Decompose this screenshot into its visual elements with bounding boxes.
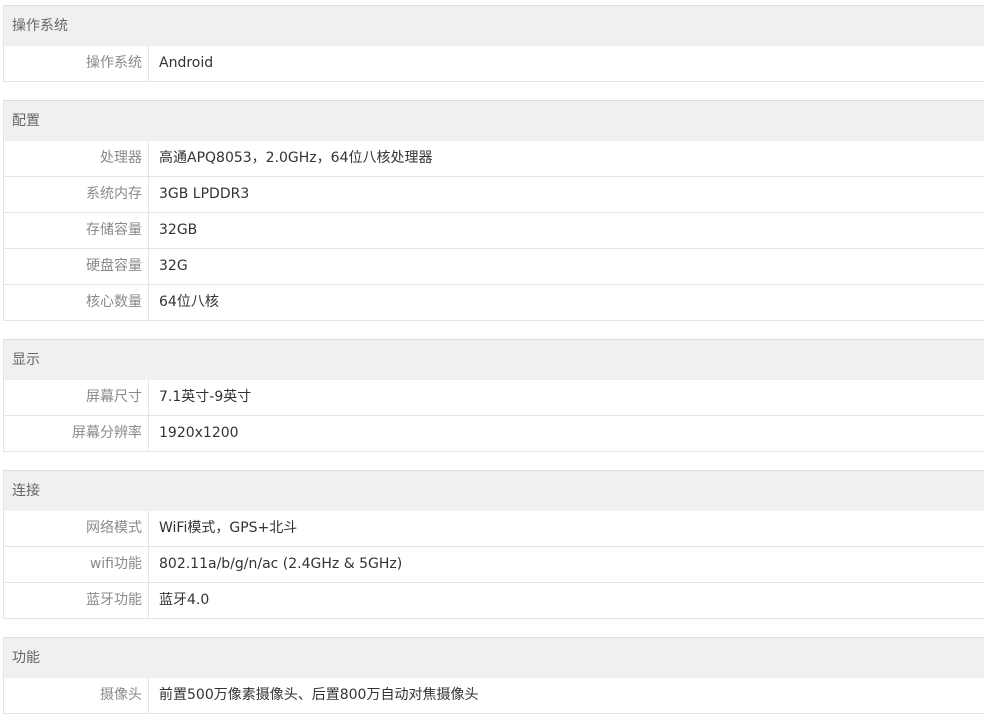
spec-label: 核心数量: [4, 285, 149, 320]
section-display: 显示 屏幕尺寸 7.1英寸-9英寸 屏幕分辨率 1920x1200: [3, 339, 984, 452]
spec-value: 3GB LPDDR3: [159, 186, 250, 202]
spec-value: 802.11a/b/g/n/ac (2.4GHz & 5GHz): [159, 556, 403, 572]
spec-row: 摄像头 前置500万像素摄像头、后置800万自动对焦摄像头: [4, 678, 984, 714]
section-os: 操作系统 操作系统 Android: [3, 5, 984, 82]
section-config: 配置 处理器 高通APQ8053，2.0GHz，64位八核处理器 系统内存 3G…: [3, 100, 984, 321]
spec-label: 屏幕尺寸: [4, 380, 149, 415]
spec-label: 存储容量: [4, 213, 149, 248]
spec-row: wifi功能 802.11a/b/g/n/ac (2.4GHz & 5GHz): [4, 547, 984, 583]
section-header-display: 显示: [4, 340, 984, 380]
spec-row: 存储容量 32GB: [4, 213, 984, 249]
spec-value: 7.1英寸-9英寸: [159, 389, 252, 405]
spec-row: 处理器 高通APQ8053，2.0GHz，64位八核处理器: [4, 141, 984, 177]
spec-value: Android: [159, 55, 214, 71]
spec-row: 屏幕尺寸 7.1英寸-9英寸: [4, 380, 984, 416]
section-header-config: 配置: [4, 101, 984, 141]
spec-value: 蓝牙4.0: [159, 592, 210, 608]
spec-label: 系统内存: [4, 177, 149, 212]
spec-value: 64位八核: [159, 294, 219, 310]
section-header-os: 操作系统: [4, 6, 984, 46]
spec-row: 蓝牙功能 蓝牙4.0: [4, 583, 984, 619]
spec-value: 高通APQ8053，2.0GHz，64位八核处理器: [159, 150, 433, 166]
section-features: 功能 摄像头 前置500万像素摄像头、后置800万自动对焦摄像头: [3, 637, 984, 714]
spec-label: 网络模式: [4, 511, 149, 546]
spec-value: 1920x1200: [159, 425, 239, 441]
spec-row: 屏幕分辨率 1920x1200: [4, 416, 984, 452]
spec-row: 操作系统 Android: [4, 46, 984, 82]
spec-page: 操作系统 操作系统 Android 配置 处理器 高通APQ8053，2.0GH…: [0, 0, 991, 727]
section-header-connectivity: 连接: [4, 471, 984, 511]
spec-label: 屏幕分辨率: [4, 416, 149, 451]
spec-value: 32GB: [159, 222, 198, 238]
spec-row: 网络模式 WiFi模式，GPS+北斗: [4, 511, 984, 547]
spec-value: WiFi模式，GPS+北斗: [159, 520, 298, 536]
spec-label: 处理器: [4, 141, 149, 176]
spec-label: 操作系统: [4, 46, 149, 81]
spec-value: 前置500万像素摄像头、后置800万自动对焦摄像头: [159, 687, 479, 703]
section-connectivity: 连接 网络模式 WiFi模式，GPS+北斗 wifi功能 802.11a/b/g…: [3, 470, 984, 619]
spec-row: 硬盘容量 32G: [4, 249, 984, 285]
spec-label: 摄像头: [4, 678, 149, 713]
section-header-features: 功能: [4, 638, 984, 678]
spec-label: 蓝牙功能: [4, 583, 149, 618]
spec-row: 核心数量 64位八核: [4, 285, 984, 321]
spec-row: 系统内存 3GB LPDDR3: [4, 177, 984, 213]
spec-value: 32G: [159, 258, 188, 274]
spec-label: 硬盘容量: [4, 249, 149, 284]
spec-label: wifi功能: [4, 547, 149, 582]
